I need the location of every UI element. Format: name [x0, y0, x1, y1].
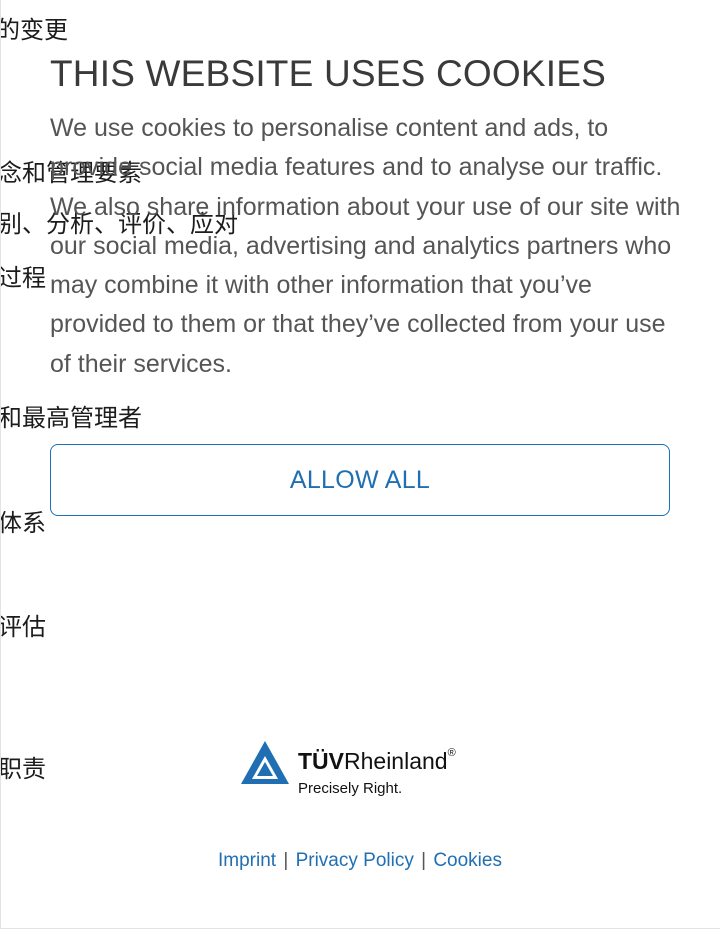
logo-tagline: Precisely Right. — [298, 780, 403, 797]
background-text-line: 和最高管理者 — [0, 404, 142, 432]
background-text-line: 过程 — [0, 264, 46, 292]
link-separator: | — [283, 850, 289, 871]
page-border-left — [0, 0, 1, 929]
logo-brand-regular: Rheinland — [344, 748, 448, 774]
cookie-banner-description: We use cookies to personalise content an… — [50, 114, 681, 378]
registered-mark: ® — [447, 747, 456, 759]
background-text-line: 职责 — [0, 755, 46, 783]
background-text-line: 的变更 — [0, 16, 68, 44]
background-text-line: 评估 — [0, 613, 46, 641]
tuv-triangle-logo-icon — [241, 741, 289, 784]
cookie-consent-page: 的变更 念和管理要素 别、分析、评价、应对 过程 和最高管理者 体系 评估 职责… — [0, 0, 720, 929]
imprint-link[interactable]: Imprint — [218, 850, 276, 871]
allow-all-cookies-button[interactable]: ALLOW ALL — [50, 444, 670, 516]
link-separator: | — [421, 850, 427, 871]
tuv-rheinland-logo: TÜVRheinland® Precisely Right. — [240, 740, 490, 802]
logo-brand-name: TÜVRheinland® — [298, 747, 456, 774]
privacy-policy-link[interactable]: Privacy Policy — [296, 850, 414, 871]
logo-brand-bold: TÜV — [298, 748, 344, 774]
background-text-line: 体系 — [0, 509, 46, 537]
footer-links: Imprint | Privacy Policy | Cookies — [0, 850, 720, 873]
cookies-link[interactable]: Cookies — [433, 850, 502, 871]
cookie-banner-title: THIS WEBSITE USES COOKIES — [50, 53, 606, 94]
